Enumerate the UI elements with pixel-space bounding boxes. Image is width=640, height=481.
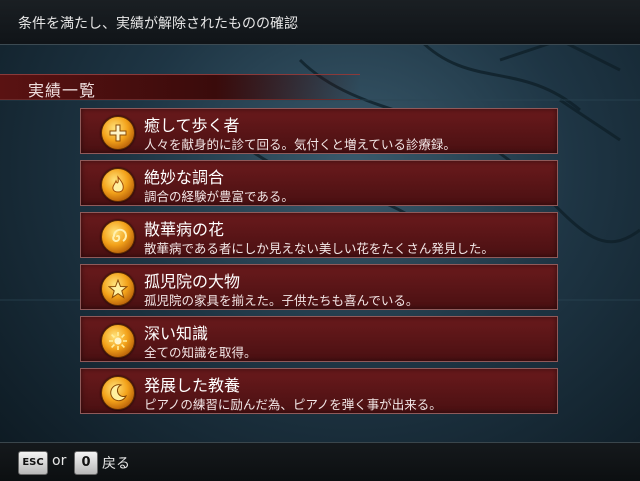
zero-key-button[interactable]: 0 [74,451,98,475]
achievement-description: 人々を献身的に診て回る。気付くと増えている診療録。 [144,137,456,152]
achievement-item[interactable]: 散華病の花 散華病である者にしか見えない美しい花をたくさん発見した。 [80,212,558,258]
achievement-description: 散華病である者にしか見えない美しい花をたくさん発見した。 [144,241,494,256]
top-help-bar: 条件を満たし、実績が解除されたものの確認 [0,0,640,45]
swirl-icon [101,220,135,254]
achievement-description: 調合の経験が豊富である。 [144,189,294,204]
achievement-description: 全ての知識を取得。 [144,345,257,360]
section-title: 実績一覧 [28,81,97,100]
star-icon [101,272,135,306]
achievement-name: 癒して歩く者 [144,116,240,135]
achievement-name: 発展した教養 [144,376,241,395]
achievement-item[interactable]: 絶妙な調合 調合の経験が豊富である。 [80,160,558,206]
achievement-description: ピアノの練習に励んだ為、ピアノを弾く事が出来る。 [144,397,442,412]
achievement-name: 深い知識 [144,324,209,343]
cross-icon [101,116,135,150]
achievement-item[interactable]: 発展した教養 ピアノの練習に励んだ為、ピアノを弾く事が出来る。 [80,368,558,414]
section-header: 実績一覧 [0,74,360,100]
achievement-item[interactable]: 孤児院の大物 孤児院の家具を揃えた。子供たちも喜んでいる。 [80,264,558,310]
esc-key-button[interactable]: ESC [18,451,48,475]
flame-icon [101,168,135,202]
help-text: 条件を満たし、実績が解除されたものの確認 [18,16,298,32]
crescent-icon [101,376,135,410]
achievement-description: 孤児院の家具を揃えた。子供たちも喜んでいる。 [144,293,419,308]
bottom-key-bar: ESC or 0 戻る [0,442,640,481]
sunburst-icon [101,324,135,358]
achievement-name: 散華病の花 [144,220,225,239]
achievement-name: 絶妙な調合 [144,168,225,187]
achievement-name: 孤児院の大物 [144,272,241,291]
achievement-list: 癒して歩く者 人々を献身的に診て回る。気付くと増えている診療録。 絶妙な調合 調… [80,108,560,420]
achievement-item[interactable]: 癒して歩く者 人々を献身的に診て回る。気付くと増えている診療録。 [80,108,558,154]
back-label: 戻る [102,456,130,472]
achievement-item[interactable]: 深い知識 全ての知識を取得。 [80,316,558,362]
or-text: or [52,453,67,469]
